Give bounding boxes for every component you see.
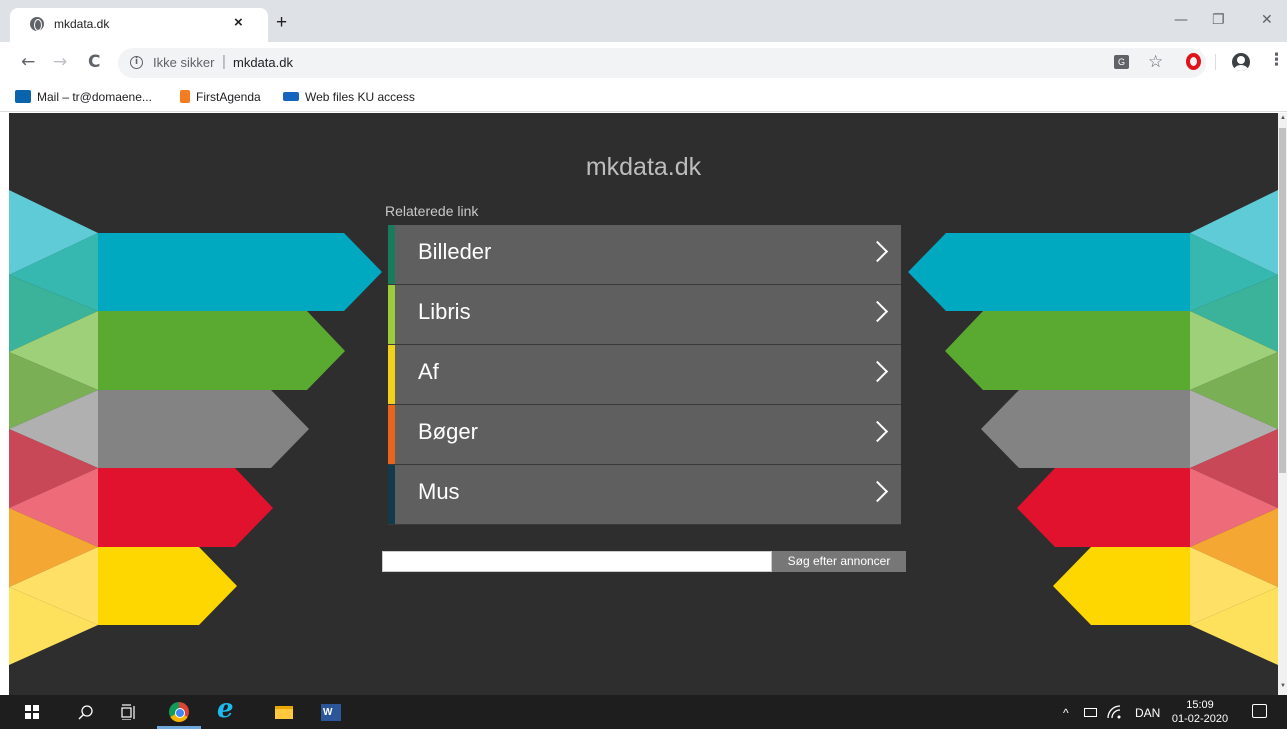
link-accent-bar (388, 285, 395, 344)
clock-time: 15:09 (1186, 699, 1214, 711)
link-af[interactable]: Af (388, 345, 901, 405)
tab-strip: mkdata.dk × + — ❐ ✕ (0, 0, 1287, 42)
clock-date: 01-02-2020 (1171, 713, 1229, 725)
windows-start-icon[interactable] (25, 705, 39, 719)
scroll-up-icon[interactable]: ▲ (1280, 115, 1286, 121)
forward-button[interactable]: → (53, 52, 67, 72)
windows-taskbar: e W ^ DAN 15:09 01-02-2020 (0, 694, 1287, 729)
globe-icon (30, 17, 44, 31)
language-indicator[interactable]: DAN (1135, 706, 1160, 720)
link-billeder[interactable]: Billeder (388, 225, 901, 285)
link-mus[interactable]: Mus (388, 465, 901, 525)
scrollbar-thumb[interactable] (1279, 128, 1286, 473)
back-button[interactable]: ← (21, 52, 35, 72)
opera-extension-icon[interactable] (1186, 53, 1201, 70)
address-bar[interactable]: i Ikke sikker | mkdata.dk G ☆ (118, 48, 1206, 78)
notification-center-icon[interactable] (1252, 704, 1267, 718)
security-status[interactable]: Ikke sikker (153, 55, 214, 70)
tab-title: mkdata.dk (54, 17, 110, 31)
search-button[interactable]: Søg efter annoncer (772, 551, 906, 572)
menu-kebab-icon[interactable]: ⋮ (1268, 50, 1285, 70)
chevron-right-icon (866, 360, 889, 383)
outlook-icon (15, 90, 31, 103)
link-accent-bar (388, 405, 395, 464)
chevron-right-icon (866, 240, 889, 263)
new-tab-button[interactable]: + (276, 13, 287, 32)
link-label: Mus (418, 479, 460, 504)
browser-tab[interactable]: mkdata.dk × (10, 8, 268, 42)
firstagenda-icon (180, 90, 190, 103)
chrome-icon[interactable] (169, 702, 189, 722)
system-clock[interactable]: 15:09 01-02-2020 (1170, 698, 1230, 726)
tab-close-button[interactable]: × (234, 14, 243, 31)
bookmarks-bar: Mail – tr@domaene... FirstAgenda Web fil… (0, 84, 1287, 112)
search-input[interactable] (382, 551, 772, 572)
bookmark-star-icon[interactable]: ☆ (1148, 52, 1163, 72)
battery-icon[interactable] (1084, 708, 1097, 717)
task-view-icon[interactable] (121, 704, 137, 720)
link-accent-bar (388, 345, 395, 404)
site-title: mkdata.dk (585, 153, 702, 181)
browser-toolbar: ← → C i Ikke sikker | mkdata.dk G ☆ ⋮ (0, 42, 1287, 84)
link-boeger[interactable]: Bøger (388, 405, 901, 465)
chevron-right-icon (866, 420, 889, 443)
translate-icon[interactable]: G (1114, 55, 1129, 69)
web-page: mkdata.dk Relaterede link Billeder Libri… (9, 113, 1278, 695)
internet-explorer-icon[interactable]: e (217, 694, 234, 724)
link-label: Bøger (418, 419, 478, 444)
restore-button[interactable]: ❐ (1212, 12, 1225, 28)
minimize-button[interactable]: — (1174, 12, 1188, 28)
bookmark-firstagenda[interactable]: FirstAgenda (180, 90, 261, 104)
bookmark-label: FirstAgenda (196, 90, 261, 104)
reload-button[interactable]: C (88, 52, 100, 72)
close-window-button[interactable]: ✕ (1261, 12, 1273, 28)
tray-overflow-icon[interactable]: ^ (1063, 706, 1069, 720)
info-icon[interactable]: i (130, 56, 143, 69)
address-separator: | (222, 53, 226, 70)
file-explorer-icon[interactable] (275, 706, 293, 719)
link-accent-bar (388, 225, 395, 284)
scroll-down-icon[interactable]: ▼ (1280, 683, 1286, 689)
link-libris[interactable]: Libris (388, 285, 901, 345)
link-accent-bar (388, 465, 395, 524)
url-text[interactable]: mkdata.dk (233, 55, 293, 70)
profile-avatar-icon[interactable] (1232, 53, 1250, 71)
web-files-icon (283, 92, 299, 101)
link-label: Libris (418, 299, 471, 324)
chevron-right-icon (866, 480, 889, 503)
link-label: Af (418, 359, 439, 384)
wifi-icon[interactable] (1107, 705, 1121, 719)
bookmark-label: Mail – tr@domaene... (37, 90, 152, 104)
bookmark-mail[interactable]: Mail – tr@domaene... (15, 90, 152, 104)
chevron-right-icon (866, 300, 889, 323)
related-links-list: Billeder Libris Af Bøger Mus (388, 225, 901, 525)
related-links-heading: Relaterede link (385, 203, 479, 219)
link-label: Billeder (418, 239, 492, 264)
page-scrollbar[interactable]: ▲ ▼ (1278, 113, 1287, 695)
bookmark-label: Web files KU access (305, 90, 415, 104)
bookmark-web-files[interactable]: Web files KU access (283, 90, 415, 104)
toolbar-divider (1215, 54, 1216, 70)
search-icon[interactable] (78, 705, 94, 721)
word-icon[interactable]: W (321, 704, 341, 721)
